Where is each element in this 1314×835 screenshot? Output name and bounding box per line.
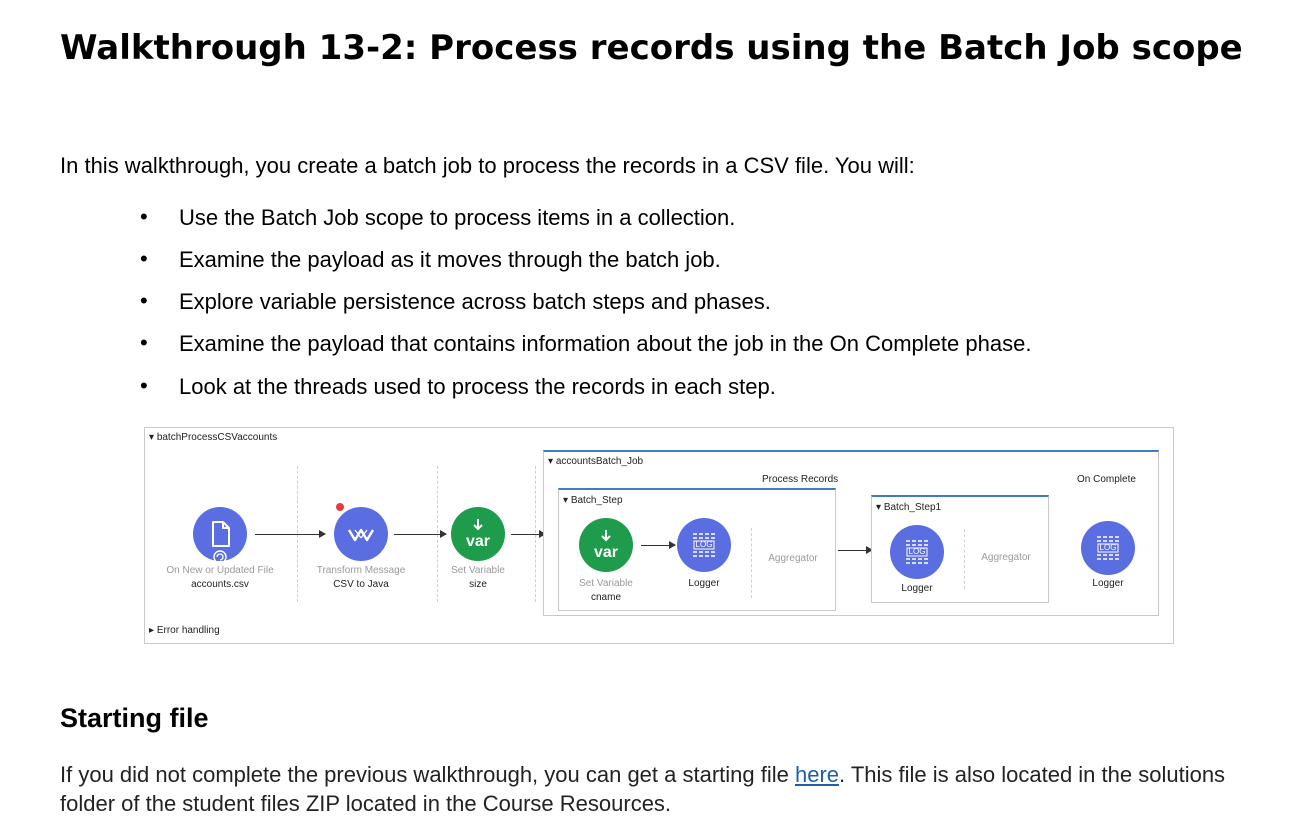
batch-step[interactable]: ▾ Batch_Step1 LOG Logger Aggregator [871, 495, 1049, 603]
logger-node[interactable]: LOG [1081, 521, 1135, 575]
set-variable-type-label: Set Variable [451, 565, 505, 576]
bullet-icon: • [140, 288, 148, 313]
log-glyph: LOG [908, 547, 926, 556]
batch-step[interactable]: ▾ Batch_Step var Set Variable cname LOG … [558, 488, 836, 611]
var-glyph: var [465, 533, 491, 550]
batch-job-name[interactable]: ▾ accountsBatch_Job [548, 456, 643, 467]
set-variable-node[interactable]: var [451, 507, 505, 561]
logger-node[interactable]: LOG [890, 525, 944, 579]
logger-label: Logger [901, 583, 933, 594]
connector-arrow [511, 530, 546, 538]
page-title: Walkthrough 13-2: Process records using … [60, 28, 1243, 68]
batch-job-scope[interactable]: ▾ accountsBatch_Job Process Records On C… [543, 450, 1159, 616]
source-type-label: On New or Updated File [166, 565, 274, 576]
flow-diagram: ▾ batchProcessCSVaccounts On New or Upda… [144, 427, 1174, 644]
set-variable-name-label: size [469, 579, 487, 590]
log-glyph: LOG [695, 540, 713, 549]
starting-file-link[interactable]: here [795, 762, 839, 787]
batch-step-name[interactable]: ▾ Batch_Step [563, 495, 623, 506]
connector-arrow [255, 530, 326, 538]
section-heading: Starting file [60, 703, 209, 733]
logger-label: Logger [688, 578, 720, 589]
transform-message-node[interactable] [334, 507, 388, 561]
aggregator-label: Aggregator [768, 553, 818, 564]
connector-arrow [838, 546, 873, 554]
connector-arrow [641, 541, 676, 549]
transform-name-label: CSV to Java [333, 579, 389, 590]
var-glyph: var [593, 544, 619, 561]
source-name-label: accounts.csv [191, 579, 249, 590]
file-icon [212, 521, 230, 561]
set-variable-node[interactable]: var [579, 518, 633, 572]
connector-arrow [394, 530, 447, 538]
on-complete-label: On Complete [1077, 474, 1136, 485]
intro-text: In this walkthrough, you create a batch … [60, 153, 915, 178]
logger-node[interactable]: LOG [677, 518, 731, 572]
bullet-icon: • [140, 204, 148, 229]
bullet-icon: • [140, 373, 148, 398]
batch-step-name[interactable]: ▾ Batch_Step1 [876, 502, 941, 513]
transform-type-label: Transform Message [316, 565, 406, 576]
starting-file-text: If you did not complete the previous wal… [60, 762, 1226, 816]
log-glyph: LOG [1099, 543, 1117, 552]
process-records-label: Process Records [762, 474, 839, 485]
set-variable-type-label: Set Variable [579, 578, 633, 589]
logger-label: Logger [1092, 578, 1124, 589]
error-handling-section[interactable]: ▸ Error handling [149, 625, 220, 636]
aggregator-label: Aggregator [981, 552, 1031, 563]
divider [751, 528, 752, 598]
file-connector-node[interactable] [193, 507, 247, 561]
set-variable-name-label: cname [590, 592, 622, 603]
bullet-icon: • [140, 246, 148, 271]
divider [964, 529, 965, 589]
flow-name-label[interactable]: ▾ batchProcessCSVaccounts [149, 432, 277, 443]
bullet-icon: • [140, 330, 148, 355]
dataweave-icon [347, 528, 375, 542]
